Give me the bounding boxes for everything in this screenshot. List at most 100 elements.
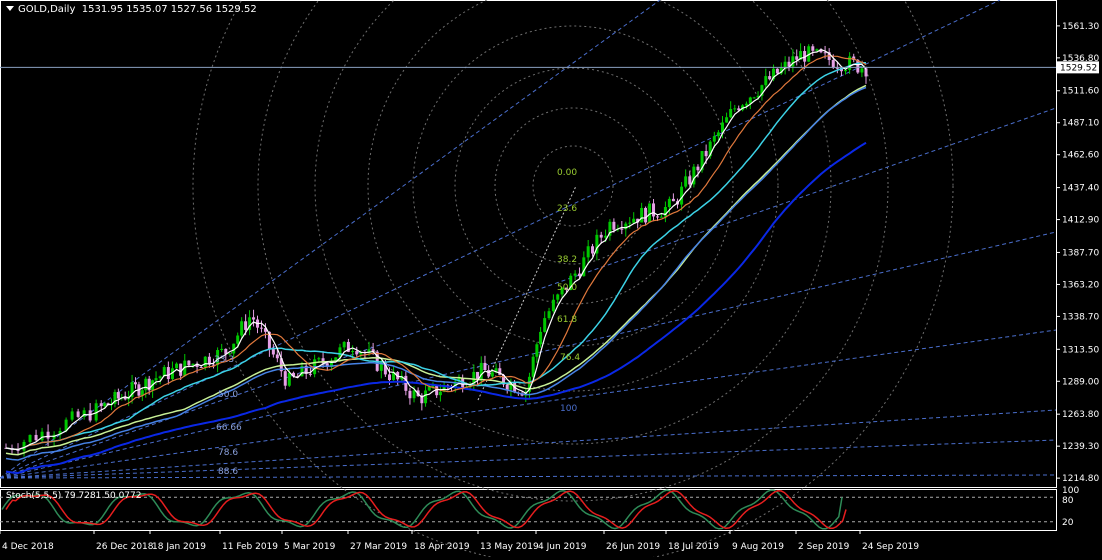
candle-body (355, 351, 359, 355)
candle-body (696, 166, 700, 171)
candle-body (632, 218, 636, 223)
candle-body (599, 234, 603, 238)
y-tick-label: 1263.80 (1062, 410, 1099, 420)
fib-circle-1 (494, 107, 652, 265)
y-tick-label: 1561.30 (1062, 22, 1099, 32)
x-tick-label: 13 May 2019 (480, 542, 539, 552)
y-tick-label: 1511.60 (1062, 87, 1099, 97)
candle-body (308, 373, 312, 375)
fib-circle-7 (192, 0, 954, 560)
candle-body (387, 374, 391, 381)
fib-circle-4 (367, 0, 779, 392)
fib-label: 0.00 (557, 168, 577, 178)
candle-body (752, 97, 756, 99)
candle-body (628, 222, 632, 224)
candle-body (99, 403, 103, 407)
candle-body (644, 207, 648, 223)
fib-label: 76.4 (560, 353, 580, 363)
fib-circle-6 (257, 0, 889, 502)
candle-body (487, 370, 491, 377)
fib-label: 50.0 (218, 390, 238, 400)
main-panel-frame (0, 0, 1057, 488)
candle-body (244, 321, 248, 330)
candle-body (199, 366, 203, 368)
fib-fan-line-1 (0, 107, 1057, 479)
candle-body (424, 390, 428, 404)
ohlc-label: 1531.95 1535.07 1527.56 1529.52 (81, 4, 257, 15)
candle-body (591, 246, 595, 254)
y-tick-label: 1487.10 (1062, 119, 1099, 129)
candle-body (175, 363, 179, 369)
stoch-level-label: 100 (1062, 486, 1079, 496)
candle-body (573, 273, 577, 276)
moving-averages (5, 48, 867, 475)
candle-body (775, 68, 779, 74)
fib-fan-lines (0, 0, 1057, 479)
fib-fan-line-5 (0, 439, 1057, 479)
candle-body (815, 49, 819, 51)
candle-body (764, 76, 768, 86)
x-tick-label: 11 Feb 2019 (222, 542, 278, 552)
y-tick-label: 1289.00 (1062, 377, 1099, 387)
candle-body (831, 60, 835, 68)
fib-fan-line-3 (0, 329, 1057, 479)
candle-body (408, 390, 412, 399)
x-tick-label: 2 Sep 2019 (798, 542, 850, 552)
symbol-label: GOLD,Daily (18, 4, 76, 15)
candle-body (483, 362, 487, 371)
candle-body (283, 371, 287, 386)
candle-body (351, 351, 355, 353)
fib-label: 78.6 (218, 448, 238, 458)
ma-blue-line (5, 86, 867, 461)
x-tick-label: 4 Jun 2019 (538, 542, 587, 552)
x-tick-label: 5 Mar 2019 (284, 542, 336, 552)
candles (4, 43, 868, 457)
y-tick-label: 1363.20 (1062, 280, 1099, 290)
candle-body (22, 441, 26, 451)
candle-body (543, 318, 547, 332)
candle-body (166, 367, 170, 380)
candle-body (203, 356, 207, 368)
candle-body (240, 321, 244, 336)
stoch-level-label: 20 (1062, 518, 1074, 528)
x-tick-label: 24 Sep 2019 (862, 542, 919, 552)
candle-body (684, 176, 688, 187)
fib-circles (192, 0, 954, 560)
y-tick-label: 1387.70 (1062, 248, 1099, 258)
candle-body (547, 311, 551, 319)
y-tick-label: 1338.70 (1062, 312, 1099, 322)
candle-body (795, 56, 799, 60)
candle-body (144, 378, 148, 391)
candle-body (620, 228, 624, 230)
y-tick-label: 1214.80 (1062, 474, 1099, 484)
candle-body (535, 344, 539, 357)
fib-label: 88.6 (218, 467, 238, 477)
candle-body (220, 348, 224, 351)
candle-body (844, 69, 848, 72)
candle-body (733, 108, 737, 110)
candle-body (28, 434, 32, 442)
candle-body (40, 431, 44, 441)
candle-body (744, 103, 748, 106)
collapse-triangle-icon[interactable] (6, 6, 14, 11)
chart-header: GOLD,Daily 1531.95 1535.07 1527.56 1529.… (6, 4, 257, 15)
candle-body (640, 207, 644, 223)
y-tick-label: 1412.90 (1062, 216, 1099, 226)
candle-body (252, 317, 256, 320)
candle-body (688, 176, 692, 185)
candle-body (725, 117, 729, 123)
candle-body (531, 356, 535, 377)
candle-body (154, 378, 158, 381)
candle-body (729, 108, 733, 118)
candle-body (116, 392, 120, 399)
candle-body (76, 411, 80, 417)
ma-fast-line (5, 48, 867, 451)
fib-label: 23.6 (557, 204, 577, 214)
candle-body (860, 68, 864, 73)
x-tick-label: 27 Mar 2019 (350, 542, 407, 552)
x-tick-label: 18 Jan 2019 (152, 542, 206, 552)
candle-body (811, 46, 815, 51)
x-tick-label: 26 Dec 2018 (96, 542, 154, 552)
y-tick-label: 1462.60 (1062, 151, 1099, 161)
candle-body (342, 341, 346, 348)
